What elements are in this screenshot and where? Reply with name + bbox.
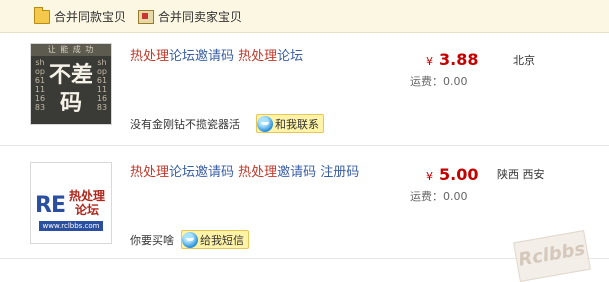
- contact-label: 给我短信: [200, 233, 244, 247]
- title-highlight: 热处理: [238, 165, 278, 180]
- message-seller-button[interactable]: 给我短信: [181, 230, 249, 249]
- seller-note: 你要买啥: [130, 234, 174, 247]
- price: ¥3.88: [426, 50, 478, 69]
- merge-same-seller-link[interactable]: 合并同卖家宝贝: [138, 8, 242, 25]
- freight-label: 运费：0.00: [410, 190, 468, 203]
- title-text: 论坛: [277, 49, 304, 64]
- title-highlight: 热处理: [130, 165, 170, 180]
- title-text: 邀请码 注册码: [277, 165, 360, 180]
- price-value: 5.00: [439, 165, 479, 184]
- price-value: 3.88: [439, 50, 479, 69]
- contact-label: 和我联系: [275, 117, 319, 131]
- merge-same-item-link[interactable]: 合并同款宝贝: [34, 6, 127, 25]
- merge-same-seller-label: 合并同卖家宝贝: [158, 10, 243, 24]
- thumbnail-left-text: shop61111683: [34, 58, 46, 112]
- thumbnail-cn-text: 论坛: [75, 203, 100, 217]
- currency-symbol: ¥: [426, 170, 433, 183]
- shop-icon: [138, 9, 154, 24]
- wangwang-icon: [257, 115, 273, 132]
- seller-note: 没有金刚钻不揽瓷器活: [130, 118, 240, 131]
- seller-location: 北京: [513, 54, 535, 67]
- title-highlight: 热处理: [238, 49, 278, 64]
- title-text: 论坛邀请码: [169, 49, 239, 64]
- thumbnail-url: www.rclbbs.com: [39, 221, 103, 231]
- folder-icon: [34, 6, 50, 24]
- title-text: 论坛邀请码: [169, 165, 239, 180]
- wangwang-icon: [182, 231, 198, 248]
- contact-seller-button[interactable]: 和我联系: [256, 114, 324, 133]
- title-highlight: 热处理: [130, 49, 170, 64]
- freight-label: 运费：0.00: [410, 75, 468, 88]
- thumbnail-right-text: shop61111683: [96, 58, 108, 112]
- thumbnail-band-text: 让 能 成 功: [31, 44, 111, 56]
- product-title-link[interactable]: 热处理论坛邀请码 热处理论坛: [130, 47, 375, 66]
- price: ¥5.00: [426, 165, 478, 184]
- seller-location: 陕西 西安: [497, 168, 545, 181]
- product-thumbnail[interactable]: RE 热处理 论坛 www.rclbbs.com: [30, 162, 112, 244]
- merge-same-item-label: 合并同款宝贝: [54, 10, 127, 24]
- list-item: 让 能 成 功 shop61111683 shop61111683 不差码 热处…: [0, 33, 609, 146]
- result-toolbar: 合并同款宝贝 合并同卖家宝贝: [0, 0, 609, 33]
- thumbnail-big-text: 不差码: [49, 63, 94, 116]
- product-thumbnail[interactable]: 让 能 成 功 shop61111683 shop61111683 不差码: [30, 43, 112, 125]
- thumbnail-logo: RE: [35, 193, 66, 218]
- currency-symbol: ¥: [426, 55, 433, 68]
- product-title-link[interactable]: 热处理论坛邀请码 热处理邀请码 注册码: [130, 163, 375, 182]
